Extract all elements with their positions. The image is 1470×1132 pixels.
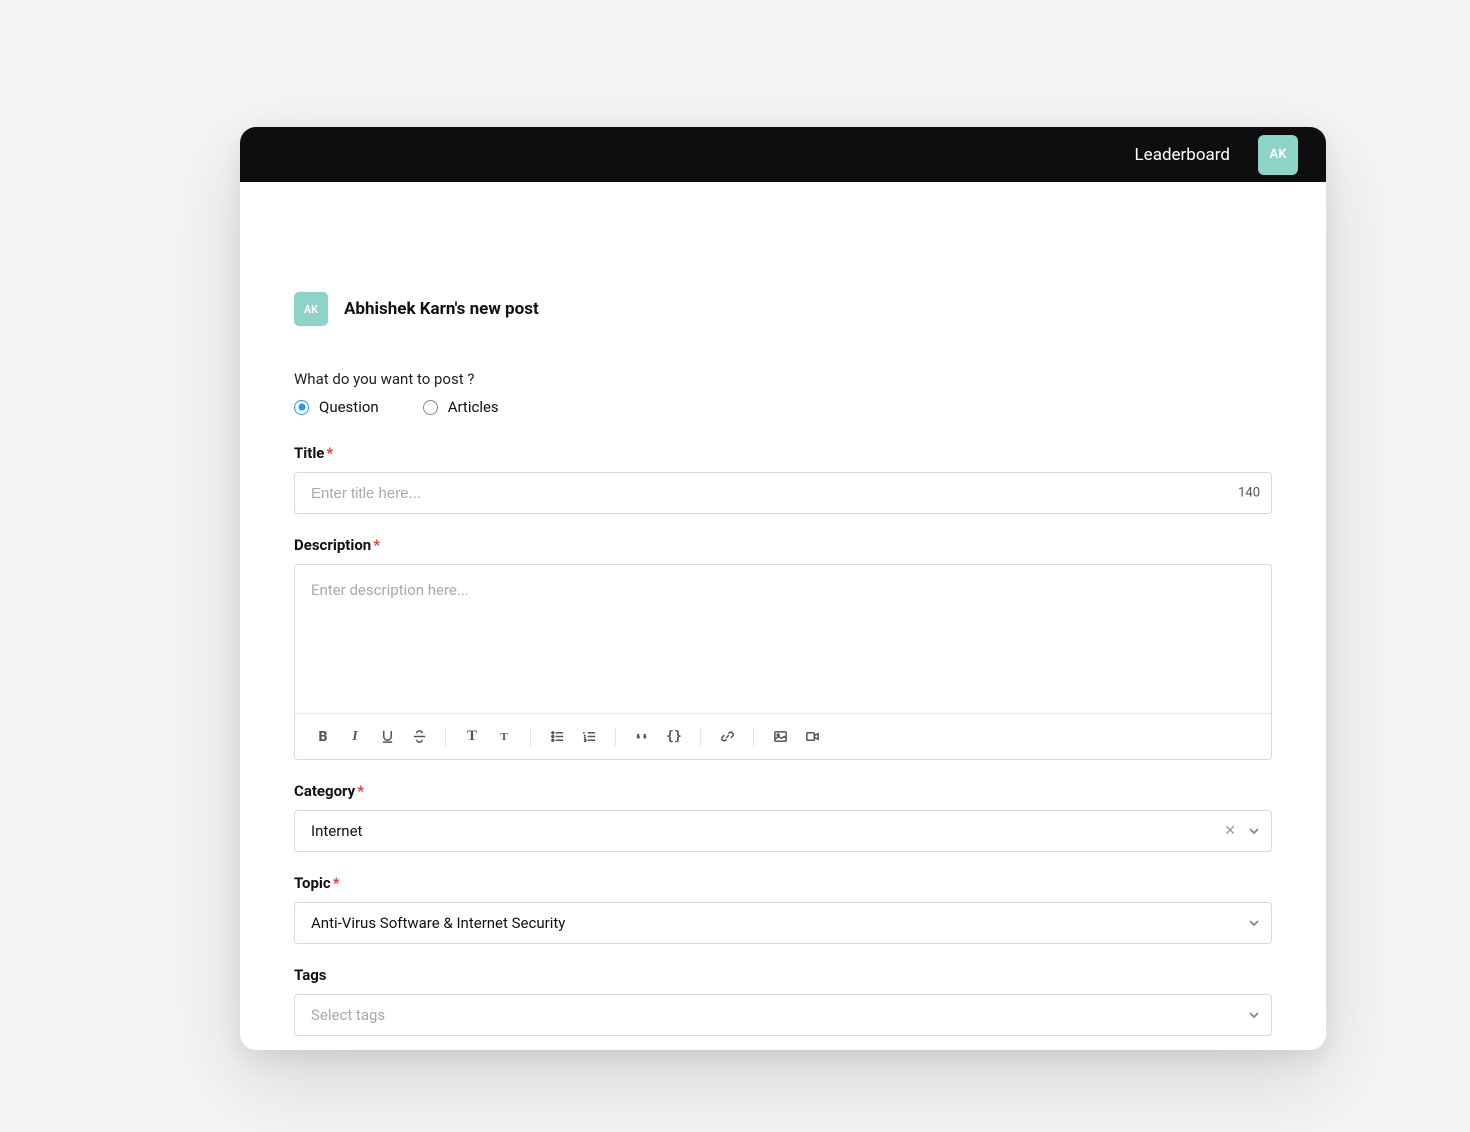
title-field-wrap: 140 (294, 472, 1272, 514)
toolbar-separator (700, 728, 701, 746)
topic-field-wrap: Anti-Virus Software & Internet Security (294, 902, 1272, 944)
radio-articles[interactable]: Articles (423, 398, 499, 416)
quote-icon[interactable] (628, 723, 656, 751)
modal-header: Leaderboard AK (240, 127, 1326, 182)
tags-label: Tags (294, 966, 1272, 984)
category-label: Category* (294, 782, 1272, 800)
video-icon[interactable] (798, 723, 826, 751)
tags-placeholder: Select tags (311, 1006, 385, 1024)
tags-field-wrap: Select tags (294, 994, 1272, 1036)
radio-circle-icon (423, 400, 438, 415)
modal-body: AK Abhishek Karn's new post What do you … (240, 182, 1326, 1050)
tags-select[interactable]: Select tags (294, 994, 1272, 1036)
radio-circle-icon (294, 400, 309, 415)
category-value: Internet (311, 822, 362, 840)
toolbar-separator (530, 728, 531, 746)
title-input[interactable] (294, 472, 1272, 514)
author-heading: Abhishek Karn's new post (344, 299, 539, 319)
category-select[interactable]: Internet (294, 810, 1272, 852)
italic-icon[interactable]: I (341, 723, 369, 751)
toolbar-separator (445, 728, 446, 746)
underline-icon[interactable] (373, 723, 401, 751)
post-author-row: AK Abhishek Karn's new post (294, 292, 1272, 326)
radio-label: Question (319, 398, 379, 416)
title-char-count: 140 (1238, 486, 1260, 501)
toolbar-separator (753, 728, 754, 746)
description-input[interactable] (295, 565, 1271, 713)
bold-icon[interactable]: B (309, 723, 337, 751)
code-icon[interactable]: {} (660, 723, 688, 751)
topic-value: Anti-Virus Software & Internet Security (311, 914, 565, 932)
select-icons (1248, 1009, 1260, 1021)
author-avatar: AK (294, 292, 328, 326)
description-label: Description* (294, 536, 1272, 554)
ordered-list-icon[interactable] (575, 723, 603, 751)
topic-label: Topic* (294, 874, 1272, 892)
description-editor: B I T T (294, 564, 1272, 760)
clear-icon[interactable]: ✕ (1224, 823, 1236, 839)
radio-label: Articles (448, 398, 499, 416)
chevron-down-icon[interactable] (1248, 1009, 1260, 1021)
toolbar-separator (615, 728, 616, 746)
bullet-list-icon[interactable] (543, 723, 571, 751)
leaderboard-link[interactable]: Leaderboard (1135, 145, 1230, 165)
image-icon[interactable] (766, 723, 794, 751)
link-icon[interactable] (713, 723, 741, 751)
post-type-prompt: What do you want to post ? (294, 370, 1272, 388)
topic-select[interactable]: Anti-Virus Software & Internet Security (294, 902, 1272, 944)
category-field-wrap: Internet ✕ (294, 810, 1272, 852)
radio-question[interactable]: Question (294, 398, 379, 416)
chevron-down-icon[interactable] (1248, 825, 1260, 837)
strikethrough-icon[interactable] (405, 723, 433, 751)
heading-small-icon[interactable]: T (490, 723, 518, 751)
post-type-options: Question Articles (294, 398, 1272, 416)
new-post-modal: Leaderboard AK AK Abhishek Karn's new po… (240, 127, 1326, 1050)
heading-large-icon[interactable]: T (458, 723, 486, 751)
title-label: Title* (294, 444, 1272, 462)
chevron-down-icon[interactable] (1248, 917, 1260, 929)
avatar[interactable]: AK (1258, 135, 1298, 175)
select-icons: ✕ (1224, 823, 1260, 839)
editor-toolbar: B I T T (295, 713, 1271, 759)
select-icons (1248, 917, 1260, 929)
